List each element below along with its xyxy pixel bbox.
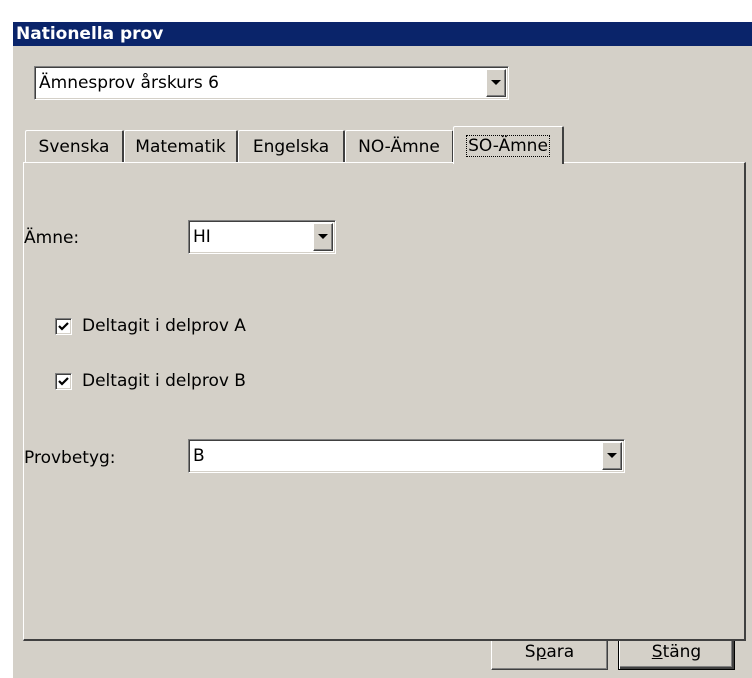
- test-type-value: Ämnesprov årskurs 6: [39, 73, 219, 93]
- subject-value: HI: [193, 227, 211, 247]
- subject-dropdown[interactable]: HI: [188, 220, 336, 254]
- subject-label: Ämne:: [24, 228, 80, 248]
- tab-engelska-label: Engelska: [252, 136, 330, 157]
- delprov-a-row[interactable]: Deltagit i delprov A: [55, 316, 246, 336]
- tab-svenska-label: Svenska: [38, 136, 110, 157]
- checkmark-icon: [58, 376, 69, 386]
- tab-so-amne[interactable]: SO-Ämne: [453, 126, 564, 164]
- tab-svenska[interactable]: Svenska: [25, 130, 124, 162]
- tab-no-amne[interactable]: NO-Ämne: [345, 130, 454, 162]
- test-type-dropdown-button[interactable]: [486, 69, 506, 97]
- nationella-prov-dialog: Nationella prov Ämnesprov årskurs 6 Sven…: [13, 22, 752, 678]
- tab-matematik-label: Matematik: [135, 136, 226, 157]
- delprov-b-checkbox[interactable]: [55, 372, 72, 390]
- grade-dropdown-button[interactable]: [602, 442, 622, 470]
- delprov-a-checkbox[interactable]: [55, 317, 72, 335]
- close-button-label: Stäng: [651, 642, 702, 662]
- tab-matematik[interactable]: Matematik: [124, 130, 238, 162]
- tab-no-amne-label: NO-Ämne: [358, 136, 440, 157]
- grade-value: B: [193, 446, 205, 466]
- delprov-a-label: Deltagit i delprov A: [82, 316, 246, 336]
- tab-engelska[interactable]: Engelska: [238, 130, 345, 162]
- subject-dropdown-button[interactable]: [313, 223, 333, 251]
- grade-label: Provbetyg:: [24, 448, 116, 468]
- delprov-b-row[interactable]: Deltagit i delprov B: [55, 371, 246, 391]
- grade-dropdown[interactable]: B: [188, 439, 625, 473]
- delprov-b-label: Deltagit i delprov B: [82, 371, 246, 391]
- tab-so-amne-label: SO-Ämne: [466, 134, 550, 157]
- so-amne-panel: Ämne: HI Deltagit i delprov A Deltagit i…: [23, 162, 746, 641]
- window-title: Nationella prov: [13, 22, 752, 46]
- chevron-down-icon: [491, 80, 501, 85]
- chevron-down-icon: [607, 453, 617, 458]
- checkmark-icon: [58, 321, 69, 331]
- save-button-label: Spara: [524, 642, 575, 662]
- test-type-dropdown[interactable]: Ämnesprov årskurs 6: [34, 66, 509, 100]
- chevron-down-icon: [318, 234, 328, 239]
